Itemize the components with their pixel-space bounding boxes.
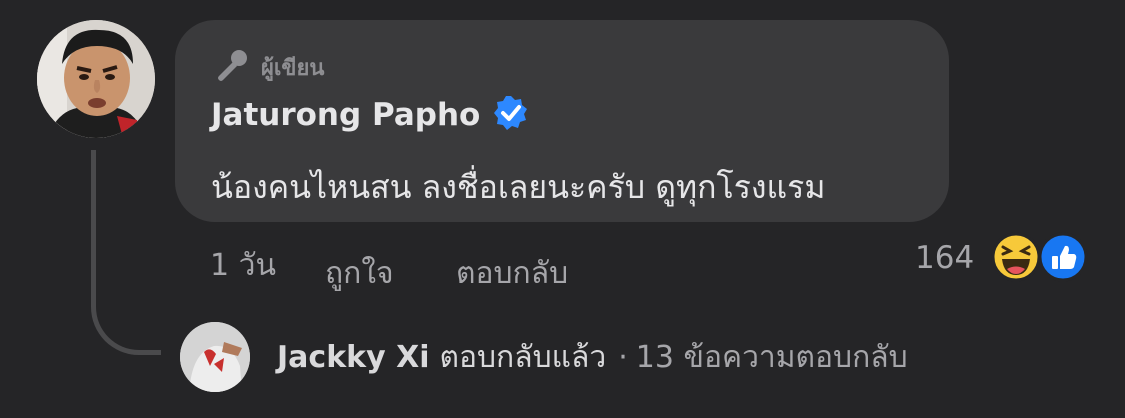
comment-timestamp: 1 วัน [210,248,276,283]
comment-bubble: ผู้เขียน Jaturong Papho น้องคนไหนสน ลงชื… [175,20,949,222]
reaction-count[interactable]: 164 [915,240,974,276]
reaction-icons[interactable] [990,232,1090,282]
like-button[interactable]: ถูกใจ [325,250,394,297]
microphone-icon [213,48,249,86]
haha-icon [991,232,1041,282]
separator-dot: · [618,339,628,375]
reply-count: 13 ข้อความตอบกลับ [635,339,908,375]
reply-button[interactable]: ตอบกลับ [456,250,568,297]
like-icon [1038,232,1088,282]
reply-author-name: Jackky Xi [277,339,430,375]
commenter-name[interactable]: Jaturong Papho [211,97,480,133]
verified-badge-icon [492,94,530,136]
thread-connector-line [91,150,161,355]
comment-text: น้องคนไหนสน ลงชื่อเลยนะครับ ดูทุกโรงแรม [211,168,826,206]
author-badge: ผู้เขียน [213,48,324,86]
author-badge-label: ผู้เขียน [261,55,325,81]
reply-avatar [180,322,250,392]
author-avatar[interactable] [37,20,155,138]
reply-action-text: ตอบกลับแล้ว [439,339,607,375]
replies-summary[interactable]: Jackky Xi ตอบกลับแล้ว · 13 ข้อความตอบกลั… [180,322,908,392]
